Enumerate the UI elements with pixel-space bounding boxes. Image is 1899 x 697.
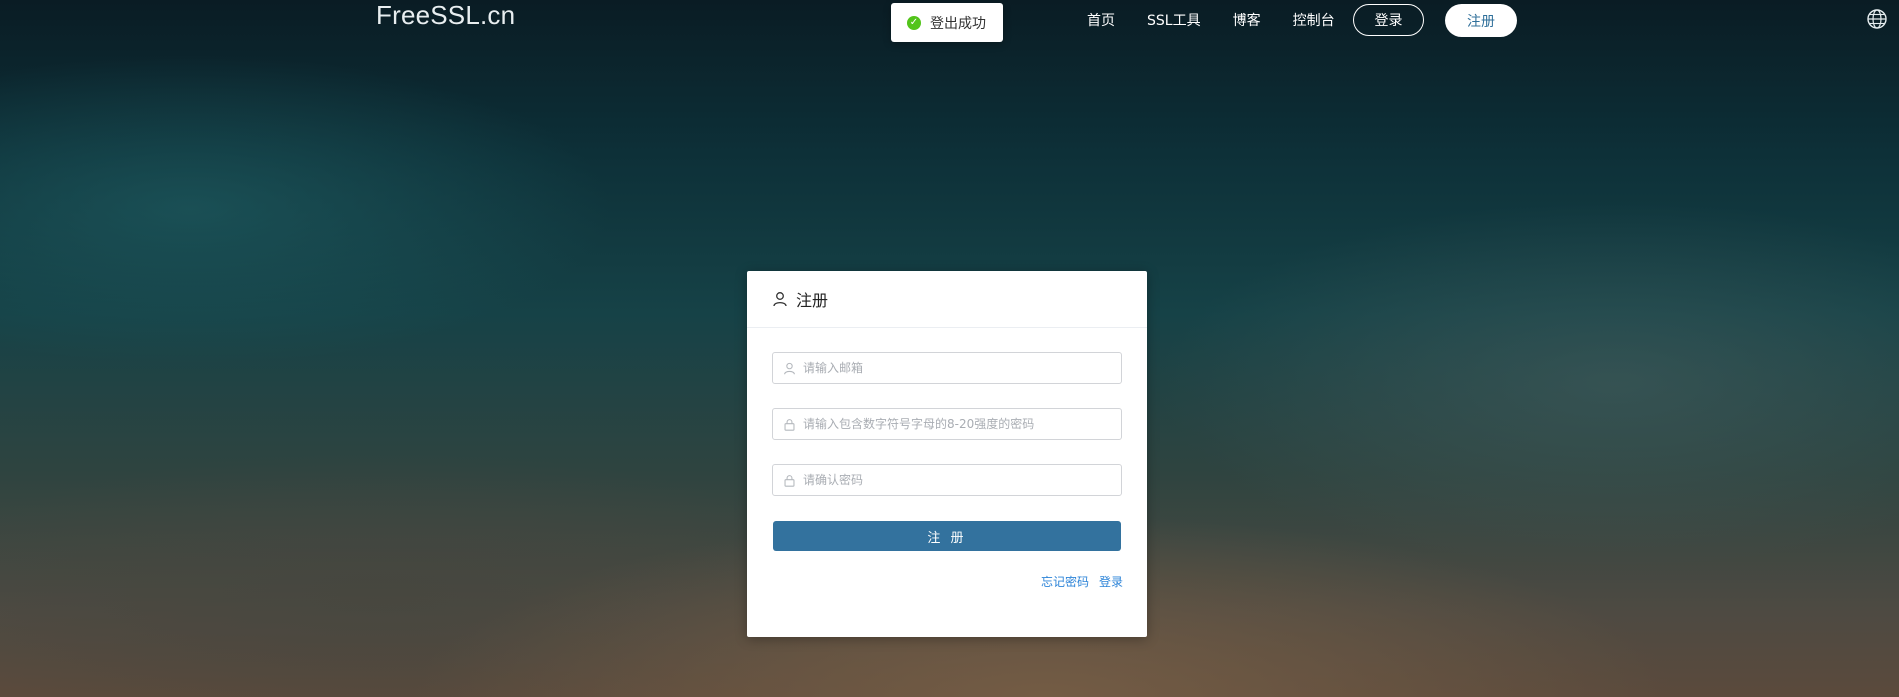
- toast-message: 登出成功: [930, 15, 986, 32]
- confirm-password-field[interactable]: [772, 464, 1122, 496]
- register-button[interactable]: 注册: [1445, 4, 1517, 37]
- forgot-password-link[interactable]: 忘记密码: [1041, 573, 1089, 590]
- login-button[interactable]: 登录: [1353, 4, 1424, 36]
- password-input[interactable]: [801, 416, 1121, 432]
- site-logo[interactable]: FreeSSL.cn: [376, 0, 515, 31]
- lock-icon: [784, 418, 795, 431]
- toast-notification: ✓ 登出成功: [891, 3, 1003, 42]
- register-card: 注册 注 册 忘记密码 登录: [747, 271, 1147, 637]
- login-link[interactable]: 登录: [1099, 573, 1123, 590]
- nav-blog[interactable]: 博客: [1233, 10, 1261, 30]
- check-circle-icon: ✓: [907, 15, 921, 30]
- user-icon: [784, 362, 795, 374]
- register-card-title: 注册: [796, 291, 829, 310]
- register-submit-button[interactable]: 注 册: [773, 521, 1121, 551]
- email-field[interactable]: [772, 352, 1122, 384]
- nav-ssl-tools[interactable]: SSL工具: [1147, 10, 1201, 30]
- globe-icon[interactable]: [1866, 8, 1888, 30]
- lock-icon: [784, 474, 795, 487]
- register-card-header: 注册: [747, 271, 1147, 328]
- nav-home[interactable]: 首页: [1087, 10, 1115, 30]
- top-nav: 首页 SSL工具 博客 控制台: [1087, 0, 1367, 40]
- user-icon: [773, 292, 787, 307]
- confirm-password-input[interactable]: [801, 472, 1121, 488]
- password-field[interactable]: [772, 408, 1122, 440]
- form-links: 忘记密码 登录: [1041, 573, 1123, 590]
- email-input[interactable]: [801, 360, 1121, 376]
- nav-console[interactable]: 控制台: [1293, 10, 1335, 30]
